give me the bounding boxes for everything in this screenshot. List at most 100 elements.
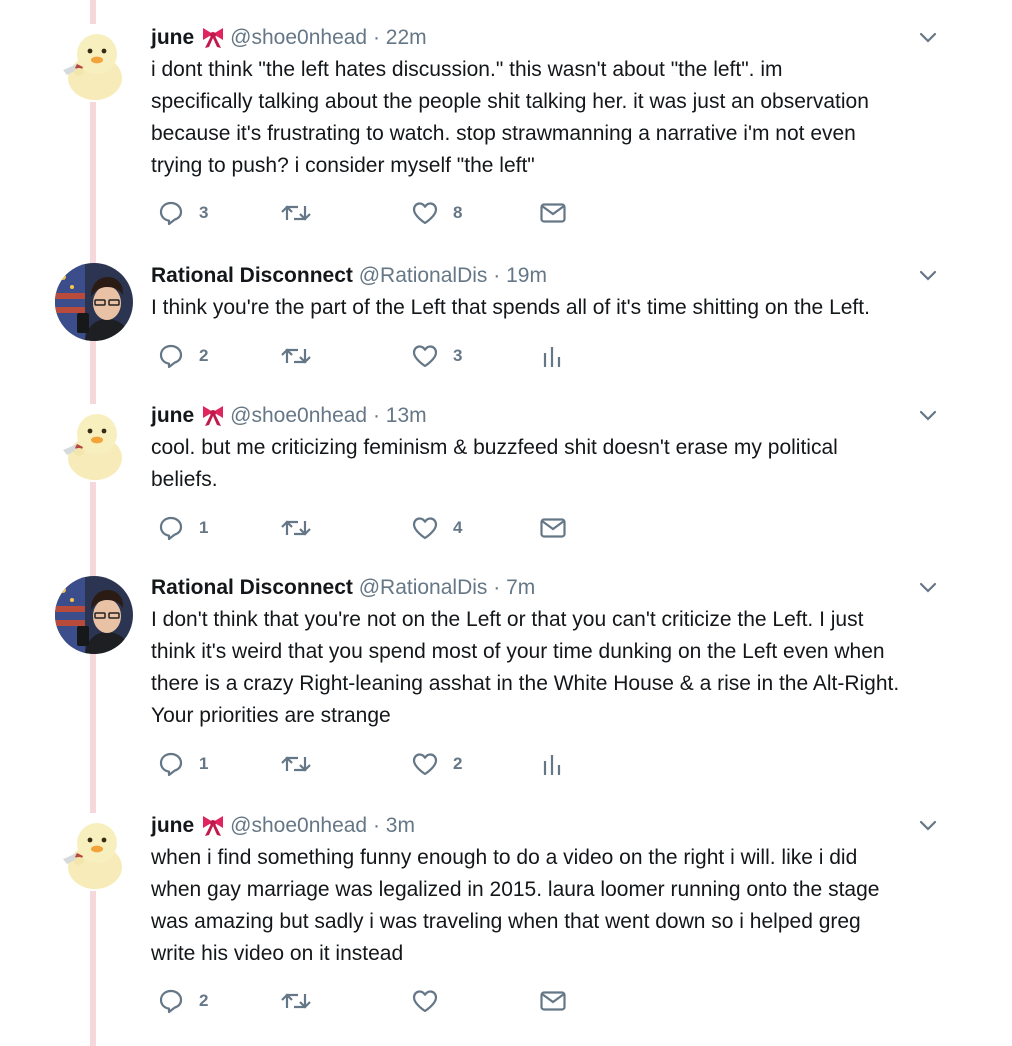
- reply-icon: [157, 750, 185, 778]
- like-count: 2: [453, 754, 463, 773]
- separator-dot: ·: [372, 404, 380, 427]
- bow-emoji-icon: [200, 813, 226, 837]
- user-handle[interactable]: @RationalDis: [359, 576, 488, 599]
- like-icon: [411, 987, 439, 1015]
- display-name[interactable]: june: [151, 404, 194, 427]
- tweet-text: i dont think "the left hates discussion.…: [151, 54, 951, 182]
- like-count: 4: [453, 518, 463, 537]
- like-count: 8: [453, 203, 463, 222]
- tweet-text-line: when gay marriage was legalized in 2015.…: [151, 878, 880, 901]
- like-count: 3: [453, 346, 463, 365]
- tweet-text-line: when i find something funny enough to do…: [151, 846, 858, 869]
- reply-button[interactable]: 3: [157, 198, 208, 228]
- tweet-analytics-button[interactable]: [541, 341, 563, 371]
- like-icon: [411, 342, 439, 370]
- timestamp[interactable]: 7m: [506, 576, 535, 599]
- tweet-header: Rational Disconnect @RationalDis · 7m: [151, 572, 951, 604]
- like-button[interactable]: 3: [411, 341, 462, 371]
- tweet-text: I don't think that you're not on the Lef…: [151, 604, 951, 732]
- display-name[interactable]: Rational Disconnect: [151, 576, 353, 599]
- reply-count: 1: [199, 518, 209, 537]
- tweet-text-line: write his video on it instead: [151, 942, 404, 965]
- caret-down-icon[interactable]: [917, 814, 939, 836]
- separator-dot: ·: [372, 814, 380, 837]
- bow-emoji-icon: [200, 403, 226, 427]
- timestamp[interactable]: 13m: [386, 404, 427, 427]
- reply-count: 1: [199, 754, 209, 773]
- avatar-man[interactable]: [55, 263, 133, 341]
- retweet-button[interactable]: [279, 198, 313, 228]
- user-handle[interactable]: @shoe0nhead: [230, 26, 367, 49]
- like-icon: [411, 514, 439, 542]
- display-name[interactable]: june: [151, 26, 194, 49]
- mail-icon: [539, 201, 567, 225]
- separator-dot: ·: [372, 26, 380, 49]
- reply-button[interactable]: 1: [157, 513, 208, 543]
- avatar-duck[interactable]: [55, 404, 133, 482]
- like-button[interactable]: 2: [411, 749, 462, 779]
- tweet-actions: 1 4: [151, 513, 651, 543]
- tweet-text: cool. but me criticizing feminism & buzz…: [151, 432, 951, 496]
- like-button[interactable]: [411, 986, 439, 1016]
- bow-emoji-icon: [200, 25, 226, 49]
- tweet-text: when i find something funny enough to do…: [151, 842, 951, 970]
- timestamp[interactable]: 3m: [386, 814, 415, 837]
- tweet-text-line: cool. but me criticizing feminism & buzz…: [151, 436, 838, 459]
- like-icon: [411, 750, 439, 778]
- reply-button[interactable]: 1: [157, 749, 208, 779]
- reply-button[interactable]: 2: [157, 986, 208, 1016]
- retweet-button[interactable]: [279, 986, 313, 1016]
- analytics-icon: [541, 751, 563, 777]
- retweet-icon: [279, 987, 313, 1015]
- caret-down-icon[interactable]: [917, 264, 939, 286]
- display-name[interactable]: june: [151, 814, 194, 837]
- retweet-icon: [279, 342, 313, 370]
- timestamp[interactable]: 22m: [386, 26, 427, 49]
- tweet-actions: 2 3: [151, 341, 651, 371]
- like-button[interactable]: 4: [411, 513, 462, 543]
- retweet-icon: [279, 750, 313, 778]
- mail-icon: [539, 989, 567, 1013]
- retweet-icon: [279, 514, 313, 542]
- separator-dot: ·: [493, 264, 501, 287]
- avatar-duck[interactable]: [55, 813, 133, 891]
- retweet-button[interactable]: [279, 513, 313, 543]
- tweet-header: june @shoe0nhead · 3m: [151, 810, 951, 842]
- caret-down-icon[interactable]: [917, 26, 939, 48]
- reply-icon: [157, 987, 185, 1015]
- user-handle[interactable]: @RationalDis: [359, 264, 488, 287]
- avatar-man[interactable]: [55, 576, 133, 654]
- user-handle[interactable]: @shoe0nhead: [230, 814, 367, 837]
- analytics-icon: [541, 343, 563, 369]
- tweet-text: I think you're the part of the Left that…: [151, 292, 951, 324]
- reply-count: 2: [199, 991, 209, 1010]
- direct-message-button[interactable]: [539, 986, 567, 1016]
- display-name[interactable]: Rational Disconnect: [151, 264, 353, 287]
- retweet-button[interactable]: [279, 341, 313, 371]
- tweet-analytics-button[interactable]: [541, 749, 563, 779]
- reply-button[interactable]: 2: [157, 341, 208, 371]
- tweet-header: june @shoe0nhead · 13m: [151, 400, 951, 432]
- tweet-actions: 3 8: [151, 198, 651, 228]
- reply-icon: [157, 514, 185, 542]
- reply-icon: [157, 342, 185, 370]
- tweet-text-line: beliefs.: [151, 468, 218, 491]
- reply-count: 3: [199, 203, 209, 222]
- direct-message-button[interactable]: [539, 513, 567, 543]
- tweet-text-line: I don't think that you're not on the Lef…: [151, 608, 864, 631]
- tweet-text-line: was amazing but sadly i was traveling wh…: [151, 910, 861, 933]
- user-handle[interactable]: @shoe0nhead: [230, 404, 367, 427]
- like-icon: [411, 199, 439, 227]
- caret-down-icon[interactable]: [917, 576, 939, 598]
- retweet-button[interactable]: [279, 749, 313, 779]
- tweet-text-line: trying to push? i consider myself "the l…: [151, 154, 535, 177]
- avatar-duck[interactable]: [55, 24, 133, 102]
- retweet-icon: [279, 199, 313, 227]
- direct-message-button[interactable]: [539, 198, 567, 228]
- tweet-actions: 1 2: [151, 749, 651, 779]
- tweet-text-line: think it's weird that you spend most of …: [151, 640, 885, 663]
- caret-down-icon[interactable]: [917, 404, 939, 426]
- like-button[interactable]: 8: [411, 198, 462, 228]
- tweet-text-line: there is a crazy Right-leaning asshat in…: [151, 672, 900, 695]
- timestamp[interactable]: 19m: [506, 264, 547, 287]
